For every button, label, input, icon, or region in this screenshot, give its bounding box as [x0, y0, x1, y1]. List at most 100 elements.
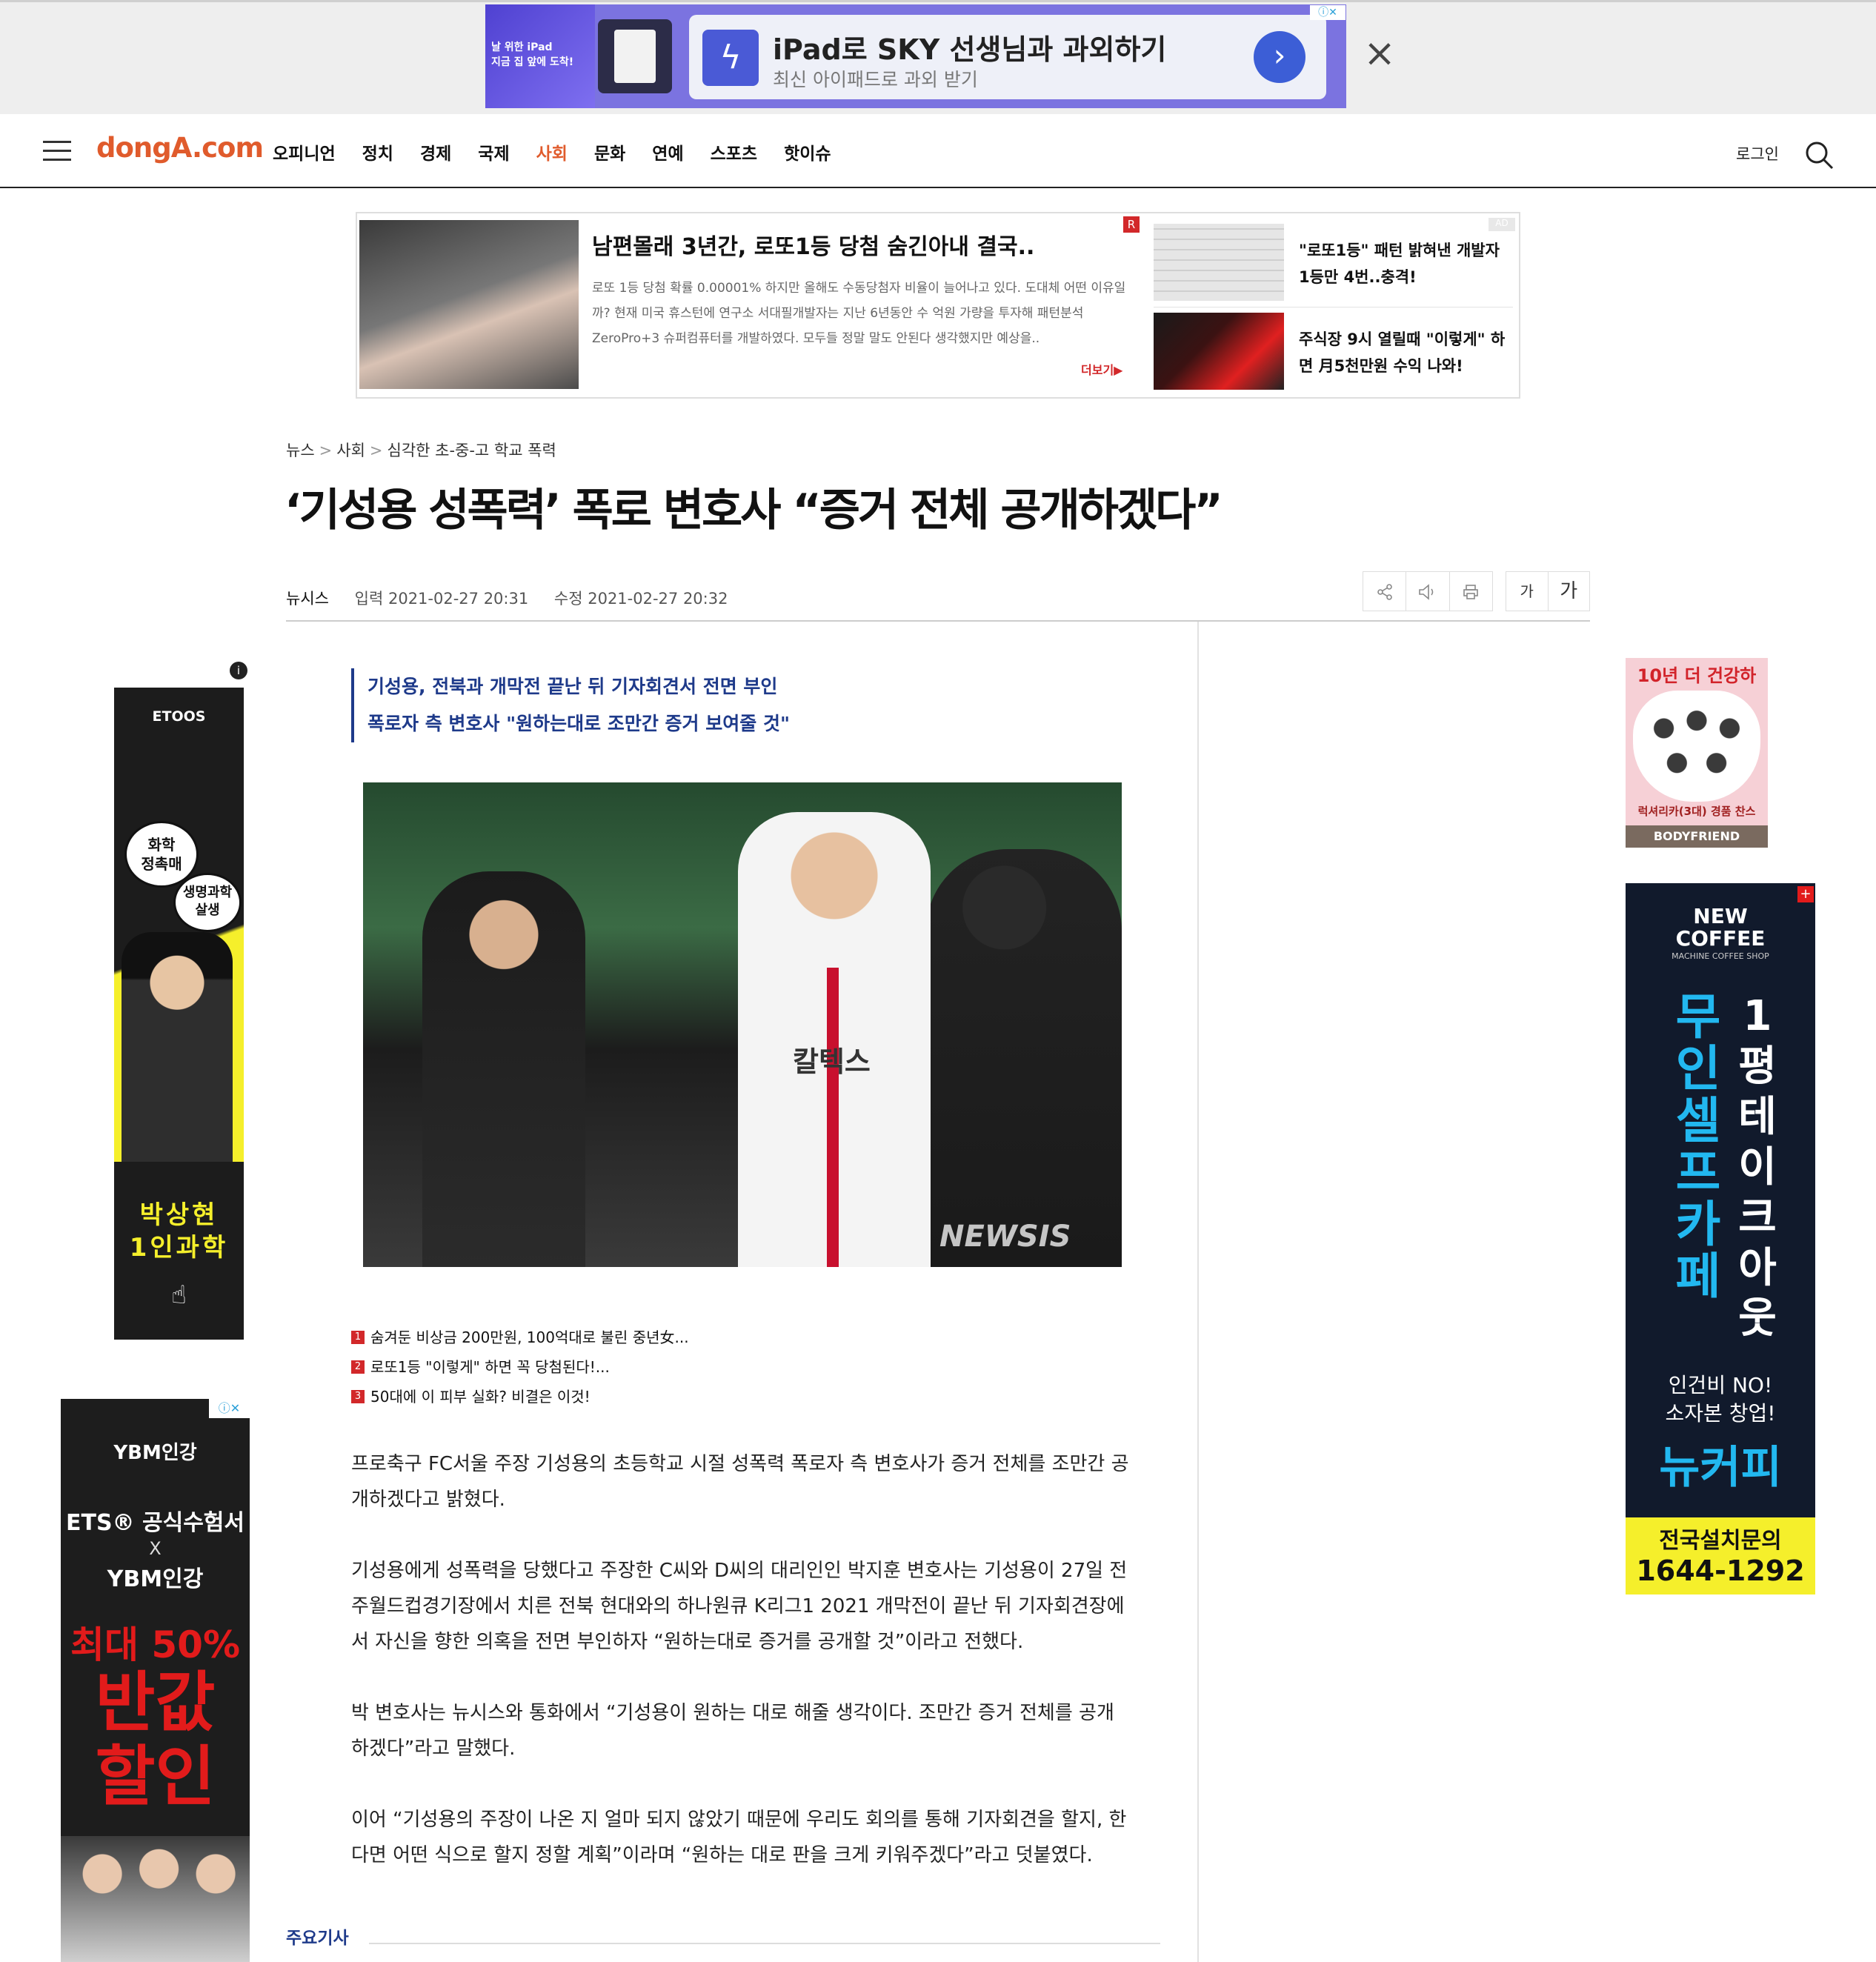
top-ad-card[interactable]: ϟ iPad로 SKY 선생님과 과외하기 최신 아이패드로 과외 받기 › — [689, 15, 1326, 99]
adchoices-icon[interactable]: ⓘ✕ — [1310, 5, 1346, 20]
list-item-text[interactable]: 로또1등 "이렇게" 하면 꼭 당첨된다!... — [370, 1352, 610, 1382]
font-size-decrease-button[interactable]: 가 — [1506, 572, 1549, 611]
breadcrumb-item-series[interactable]: 심각한 초-중-고 학교 폭력 — [387, 442, 556, 459]
native-ad-headline[interactable]: 남편몰래 3년간, 로또1등 당첨 숨긴아내 결국.. — [592, 228, 1034, 261]
side-ad-item[interactable]: 주식장 9시 열릴때 "이렇게" 하면 月5천만원 수익 나와! — [1154, 313, 1513, 390]
nav-item-society[interactable]: 사회 — [536, 139, 568, 164]
nav-item-opinion[interactable]: 오피니언 — [273, 139, 336, 164]
chevron-right-icon[interactable]: › — [1254, 31, 1305, 83]
font-size-increase-button[interactable]: 가 — [1549, 572, 1590, 611]
breadcrumb-separator: > — [319, 442, 333, 459]
speech-bubble: 생명과학 살생 — [173, 873, 242, 932]
plus-icon[interactable]: + — [1797, 886, 1814, 902]
native-ad-badge: R — [1123, 216, 1140, 233]
list-number: 3 — [351, 1390, 365, 1403]
input-date: 입력 2021-02-27 20:31 — [354, 590, 529, 608]
nav-item-sports[interactable]: 스포츠 — [711, 139, 757, 164]
article-paragraph: 박 변호사는 뉴시스와 통화에서 “기성용이 원하는 대로 해줄 생각이다. 조… — [351, 1702, 1114, 1760]
top-ad-title: iPad로 SKY 선생님과 과외하기 — [773, 33, 1167, 66]
top-ad-promo-line1: 날 위한 iPad — [491, 41, 553, 53]
search-icon[interactable] — [1803, 139, 1835, 170]
side-ad-text: 주식장 9시 열릴때 "이렇게" 하면 月5천만원 수익 나와! — [1299, 330, 1506, 375]
column-divider — [1197, 622, 1199, 1962]
list-item-text[interactable]: 50대에 이 피부 실화? 비결은 이것! — [370, 1382, 591, 1411]
native-ad-photo[interactable] — [359, 220, 579, 389]
ybm-discount: 최대 50% — [70, 1623, 241, 1666]
modified-date: 수정 2021-02-27 20:32 — [553, 590, 728, 608]
bodyfriend-brand: BODYFRIEND — [1626, 825, 1768, 848]
new-coffee-ad[interactable]: + NEW COFFEE MACHINE COFFEE SHOP 무 인 셀 프… — [1626, 883, 1815, 1594]
ybm-partner: YBM인강 — [107, 1566, 204, 1592]
divider — [286, 620, 1590, 622]
list-number: 1 — [351, 1331, 365, 1344]
new-coffee-line2: 소자본 창업! — [1665, 1401, 1776, 1426]
ybm-brand: YBM인강 — [113, 1442, 197, 1464]
font-size-controls: 가 가 — [1506, 571, 1590, 611]
main-news-heading: 주요기사 — [286, 1929, 349, 1948]
ad-info-icon[interactable]: i — [230, 662, 247, 679]
lightning-icon: ϟ — [702, 30, 759, 86]
site-logo[interactable]: dongA.com — [96, 132, 264, 164]
photo-jersey-stripe — [827, 968, 839, 1267]
login-link[interactable]: 로그인 — [1736, 142, 1779, 164]
etoos-teacher-name: 박상현 1인과학 — [129, 1200, 229, 1263]
article-summary: 기성용, 전북과 개막전 끝난 뒤 기자회견서 전면 부인 폭로자 측 변호사 … — [351, 668, 790, 742]
article-body: 프로축구 FC서울 주장 기성용의 초등학교 시절 성폭력 폭로자 측 변호사가… — [351, 1446, 1131, 1909]
jersey-sponsor-text: 칼텍스 — [793, 1045, 871, 1078]
list-item[interactable]: 2 로또1등 "이렇게" 하면 꼭 당첨된다!... — [351, 1352, 689, 1382]
breadcrumb: 뉴스 > 사회 > 심각한 초-중-고 학교 폭력 — [286, 439, 556, 461]
nav-item-entertainment[interactable]: 연예 — [652, 139, 683, 164]
share-icon[interactable] — [1363, 572, 1407, 611]
photo-watermark: NEWSIS — [939, 1220, 1071, 1254]
pointing-hand-icon: ☝ — [171, 1280, 187, 1310]
etoos-brand: ETOOS — [152, 708, 206, 725]
native-ad-body: 로또 1등 당첨 확률 0.00001% 하지만 올해도 수동당첨자 비율이 늘… — [592, 281, 1126, 346]
close-icon[interactable]: × — [1362, 34, 1397, 73]
nav-item-politics[interactable]: 정치 — [362, 139, 393, 164]
etoos-ad[interactable]: ETOOS 화학 정촉매 생명과학 살생 박상현 1인과학 ☝ — [114, 688, 244, 1340]
related-ad-list: 1 숨겨둔 비상금 200만원, 100억대로 불린 중년女... 2 로또1등… — [351, 1323, 689, 1411]
ybm-ad[interactable]: ⓘ✕ YBM인강 ETS® 공식수험서 X YBM인강 최대 50% 반값 할인 — [61, 1399, 250, 1962]
nav-item-economy[interactable]: 경제 — [420, 139, 451, 164]
new-coffee-footer: 전국설치문의 1644-1292 — [1626, 1517, 1815, 1594]
nav-item-international[interactable]: 국제 — [478, 139, 509, 164]
new-coffee-inquiry: 전국설치문의 — [1659, 1528, 1782, 1554]
article-paragraph: 기성용에게 성폭력을 당했다고 주장한 C씨와 D씨의 대리인인 박지훈 변호사… — [351, 1560, 1128, 1653]
native-ad-block[interactable]: 남편몰래 3년간, 로또1등 당첨 숨긴아내 결국.. 로또 1등 당첨 확률 … — [356, 212, 1520, 399]
breadcrumb-separator: > — [369, 442, 383, 459]
group-photo — [1642, 699, 1752, 796]
article-tools — [1363, 571, 1493, 611]
side-ad-item[interactable]: "로또1등" 패턴 밝혀낸 개발자 1등만 4번..충격! — [1154, 224, 1513, 301]
nav-item-culture[interactable]: 문화 — [594, 139, 625, 164]
summary-line: 기성용, 전북과 개막전 끝난 뒤 기자회견서 전면 부인 — [367, 676, 778, 697]
new-coffee-brand: 뉴커피 — [1659, 1442, 1782, 1494]
article-source[interactable]: 뉴시스 — [286, 590, 329, 608]
list-item-text[interactable]: 숨겨둔 비상금 200만원, 100억대로 불린 중년女... — [370, 1323, 689, 1352]
speaker-icon[interactable] — [1406, 572, 1450, 611]
top-ad-promo: 날 위한 iPad 지금 집 앞에 도착! — [485, 4, 595, 108]
divider — [369, 1943, 1160, 1944]
native-ad-more-link[interactable]: 더보기▶ — [1081, 360, 1122, 378]
top-ad-banner[interactable]: 날 위한 iPad 지금 집 앞에 도착! ϟ iPad로 SKY 선생님과 과… — [485, 4, 1346, 108]
photo-figure — [422, 871, 585, 1267]
lotto-thumbnail — [1154, 224, 1284, 301]
article-meta: 뉴시스 입력 2021-02-27 20:31 수정 2021-02-27 20… — [286, 587, 728, 609]
list-item[interactable]: 3 50대에 이 피부 실화? 비결은 이것! — [351, 1382, 689, 1411]
list-item[interactable]: 1 숨겨둔 비상금 200만원, 100억대로 불린 중년女... — [351, 1323, 689, 1352]
print-icon[interactable] — [1450, 572, 1492, 611]
bodyfriend-ad[interactable]: 10년 더 건강하게! 럭셔리카(3대) 경품 찬스 BODYFRIEND — [1626, 658, 1768, 848]
article-paragraph: 프로축구 FC서울 주장 기성용의 초등학교 시절 성폭력 폭로자 측 변호사가… — [351, 1453, 1129, 1511]
nav-item-hot-issue[interactable]: 핫이슈 — [784, 139, 831, 164]
summary-line: 폭로자 측 변호사 "원하는대로 조만간 증거 보여줄 것" — [367, 713, 790, 734]
breadcrumb-item-society[interactable]: 사회 — [336, 442, 365, 459]
article-paragraph: 이어 “기성용의 주장이 나온 지 얼마 되지 않았기 때문에 우리도 회의를 … — [351, 1809, 1127, 1866]
ybm-x: X — [149, 1538, 162, 1559]
new-coffee-vertical-text: 1 평 테 이 크 아 웃 — [1738, 992, 1777, 1343]
hamburger-menu-icon[interactable] — [43, 141, 71, 163]
new-coffee-phone: 1644-1292 — [1636, 1554, 1805, 1587]
breadcrumb-item-news[interactable]: 뉴스 — [286, 442, 315, 459]
adchoices-icon[interactable]: ⓘ✕ — [209, 1399, 250, 1418]
ybm-ets-text: ETS® 공식수험서 — [65, 1510, 245, 1536]
article-photo[interactable]: 칼텍스 NEWSIS — [363, 782, 1122, 1267]
top-ad-promo-line2: 지금 집 앞에 도착! — [491, 56, 574, 68]
